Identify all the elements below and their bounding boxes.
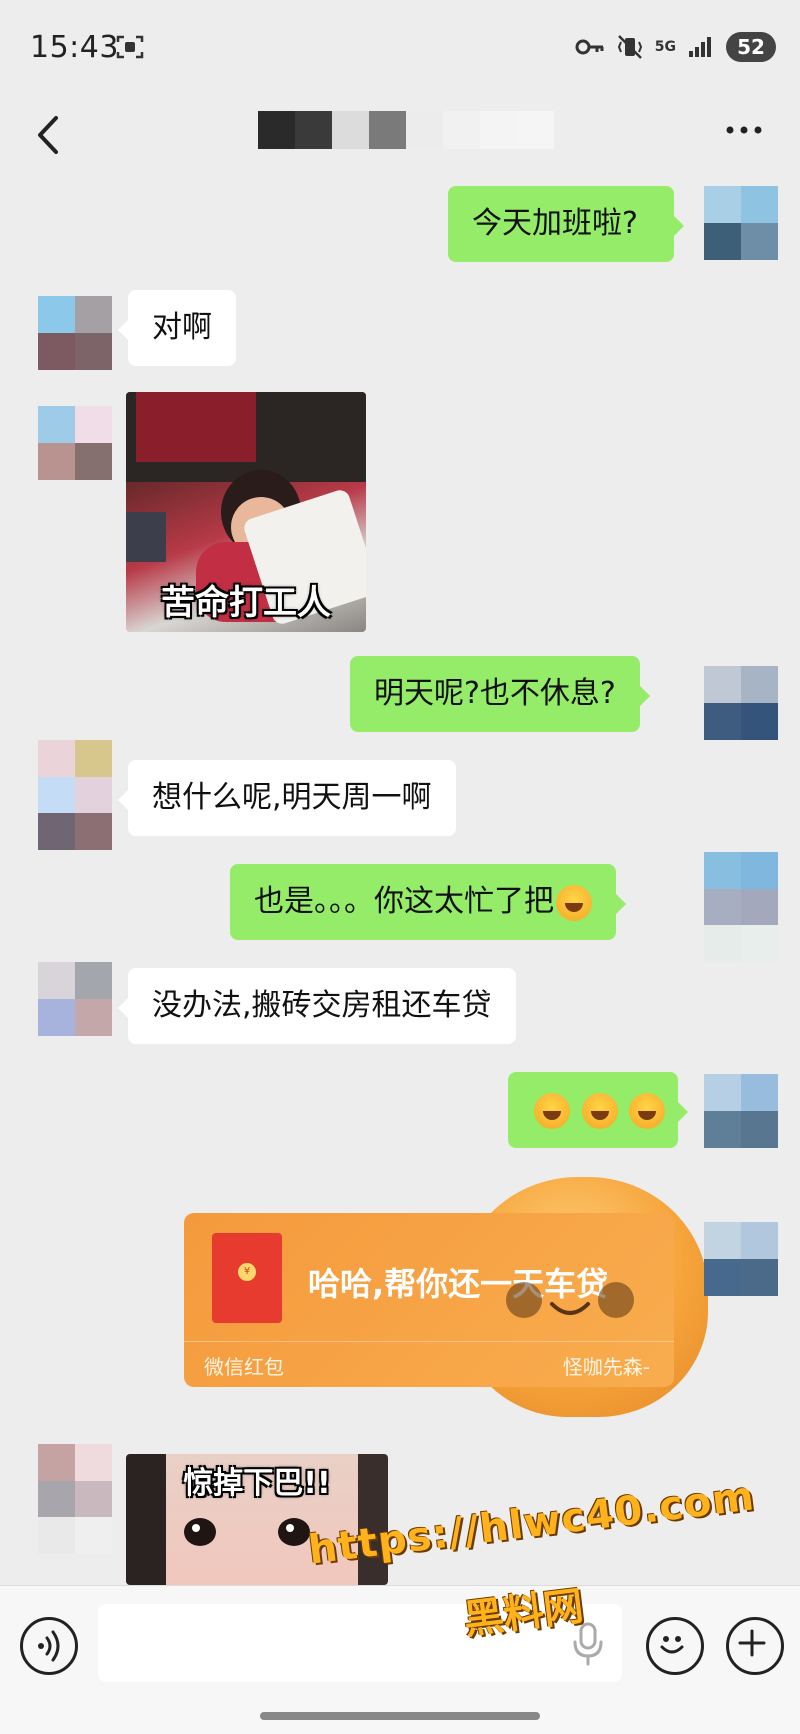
mascot-face	[506, 1282, 634, 1318]
emoji-icon[interactable]	[646, 1617, 704, 1675]
signal-icon	[689, 37, 711, 57]
sticker-caption: 苦命打工人	[161, 583, 331, 623]
status-icons: 5G 52	[575, 32, 776, 62]
message-bubble-out[interactable]: 也是。。。你这太忙了把	[230, 864, 626, 940]
network-label: 5G	[654, 39, 676, 55]
sticker-image[interactable]: 苦命打工人	[126, 392, 366, 632]
avatar-self[interactable]	[704, 852, 778, 962]
message-bubble-out[interactable]: 明天呢?也不休息?	[350, 656, 650, 732]
laugh-cry-emoji-icon	[556, 884, 592, 921]
chat-header	[0, 96, 800, 180]
vibrate-icon	[617, 35, 642, 59]
avatar-self[interactable]	[704, 1074, 778, 1148]
message-text: 也是。。。你这太忙了把	[254, 884, 554, 919]
avatar-contact[interactable]	[38, 296, 112, 370]
avatar-contact[interactable]	[38, 740, 112, 850]
message-bubble-in[interactable]: 对啊	[118, 290, 236, 366]
message-bubble-out[interactable]	[508, 1072, 688, 1148]
laugh-cry-emoji-icon	[629, 1092, 666, 1129]
screen-record-icon	[116, 35, 144, 59]
voice-icon[interactable]	[20, 1617, 78, 1675]
contact-name-blurred	[258, 111, 554, 149]
plus-sign-icon	[738, 1629, 766, 1657]
avatar-contact[interactable]	[38, 962, 112, 1036]
message-bubble-in[interactable]: 想什么呢,明天周一啊	[118, 760, 456, 836]
battery-indicator: 52	[726, 32, 776, 62]
avatar-self[interactable]	[704, 1222, 778, 1296]
avatar-self[interactable]	[704, 186, 778, 260]
red-packet-label: 微信红包	[204, 1355, 284, 1379]
message-bubble-in[interactable]: 没办法,搬砖交房租还车贷	[118, 968, 516, 1044]
status-bar: 15:43 5G 52	[0, 0, 800, 96]
smiley-face-icon	[660, 1636, 684, 1654]
status-time: 15:43	[30, 30, 119, 65]
red-packet-sender: 怪咖先森-	[562, 1355, 650, 1379]
voice-wave-icon	[38, 1630, 60, 1662]
avatar-contact[interactable]	[38, 406, 112, 480]
laugh-cry-emoji-icon	[581, 1092, 618, 1129]
laugh-cry-emoji-icon	[534, 1092, 570, 1129]
red-envelope-icon: ¥	[212, 1233, 282, 1323]
more-horizontal-icon[interactable]	[724, 124, 764, 136]
plus-icon[interactable]	[726, 1617, 784, 1675]
chevron-left-icon[interactable]	[28, 110, 68, 160]
sticker-caption: 惊掉下巴!!	[183, 1466, 331, 1501]
message-bubble-out[interactable]: 今天加班啦?	[448, 186, 684, 262]
key-icon	[575, 39, 604, 55]
home-indicator[interactable]	[260, 1712, 540, 1720]
avatar-self[interactable]	[704, 666, 778, 740]
avatar-contact[interactable]	[38, 1444, 112, 1554]
